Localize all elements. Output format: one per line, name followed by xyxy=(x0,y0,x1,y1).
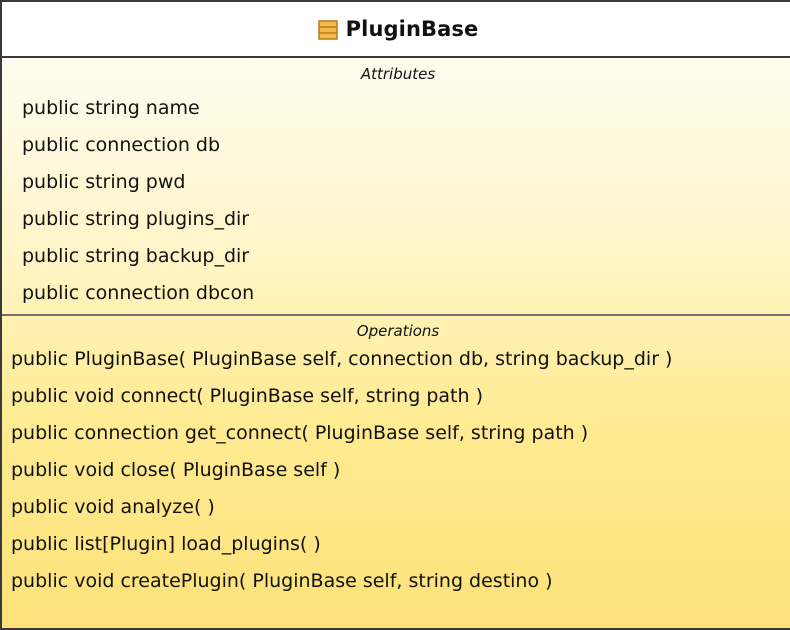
attributes-compartment: Attributes public string name public con… xyxy=(2,58,790,316)
class-title: PluginBase xyxy=(345,17,479,41)
class-icon xyxy=(317,20,338,40)
operation-item[interactable]: public void connect( PluginBase self, st… xyxy=(2,378,790,415)
class-header: PluginBase xyxy=(2,2,790,58)
operation-item[interactable]: public PluginBase( PluginBase self, conn… xyxy=(2,341,790,378)
operation-item[interactable]: public void close( PluginBase self ) xyxy=(2,452,790,489)
attribute-item[interactable]: public connection dbcon xyxy=(2,280,790,317)
operations-label: Operations xyxy=(356,322,440,340)
operation-item[interactable]: public void analyze( ) xyxy=(2,489,790,526)
attributes-label: Attributes xyxy=(360,65,436,83)
attribute-item[interactable]: public string plugins_dir xyxy=(2,206,790,243)
attribute-item[interactable]: public string pwd xyxy=(2,169,790,206)
operation-item[interactable]: public list[Plugin] load_plugins( ) xyxy=(2,526,790,563)
attribute-item[interactable]: public string name xyxy=(2,95,790,132)
operations-compartment: Operations public PluginBase( PluginBase… xyxy=(2,316,790,600)
attribute-item[interactable]: public string backup_dir xyxy=(2,243,790,280)
uml-class-box[interactable]: PluginBase Attributes public string name… xyxy=(0,0,790,630)
operation-list: public PluginBase( PluginBase self, conn… xyxy=(2,341,790,600)
attribute-list: public string name public connection db … xyxy=(2,95,790,317)
operation-item[interactable]: public void createPlugin( PluginBase sel… xyxy=(2,563,790,600)
operation-item[interactable]: public connection get_connect( PluginBas… xyxy=(2,415,790,452)
attribute-item[interactable]: public connection db xyxy=(2,132,790,169)
